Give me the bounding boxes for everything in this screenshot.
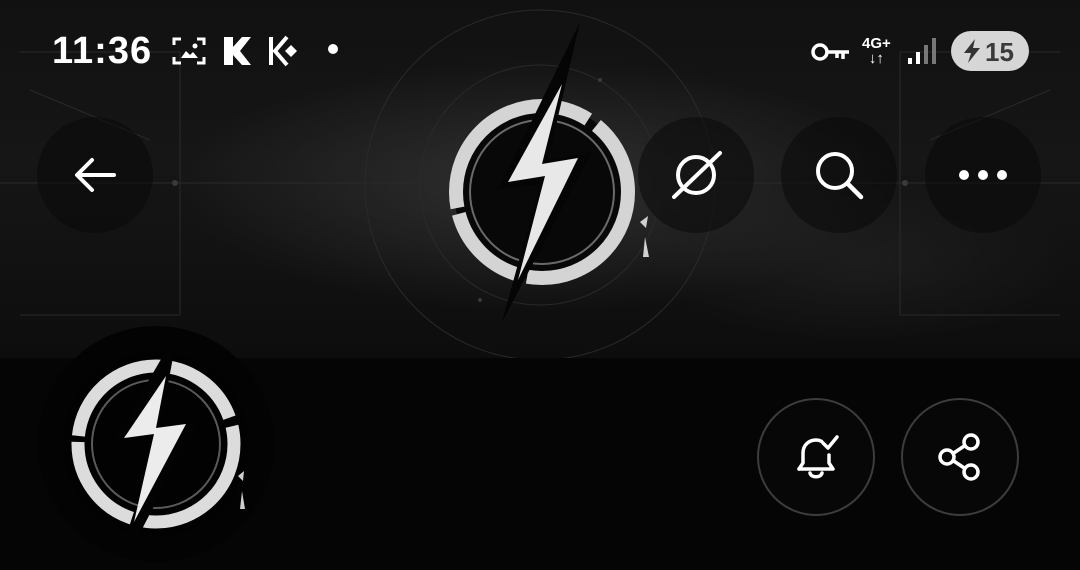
avatar[interactable] — [38, 326, 274, 562]
kucoin-logo-icon — [269, 35, 297, 67]
signal-icon — [908, 38, 936, 64]
network-4g-icon: 4G+ ↓↑ — [862, 36, 891, 66]
screenshot-icon — [172, 37, 206, 65]
arrow-left-icon — [75, 158, 116, 192]
vpn-key-icon — [811, 43, 849, 61]
status-time: 11:36 — [52, 30, 153, 72]
network-type-label: 4G+ — [862, 35, 891, 52]
kucoin-k-icon — [224, 37, 251, 65]
notify-button[interactable] — [757, 398, 875, 516]
back-button[interactable] — [37, 117, 153, 233]
charging-bolt-icon — [964, 39, 980, 63]
search-button[interactable] — [781, 117, 897, 233]
hide-button[interactable] — [638, 117, 754, 233]
share-icon — [938, 433, 980, 481]
more-options-button[interactable] — [925, 117, 1041, 233]
battery-percent: 15 — [985, 37, 1014, 67]
avatar-logo — [64, 330, 248, 552]
search-icon — [816, 152, 864, 200]
more-horizontal-icon — [959, 170, 1007, 180]
share-button[interactable] — [901, 398, 1019, 516]
network-activity-arrows: ↓↑ — [868, 50, 884, 67]
notification-dot — [328, 44, 338, 54]
battery-indicator: 15 — [951, 31, 1029, 71]
bell-check-icon — [797, 435, 839, 479]
status-bar: 11:36 4G+ ↓↑ 15 — [0, 0, 1080, 100]
eye-slash-icon — [672, 151, 722, 199]
